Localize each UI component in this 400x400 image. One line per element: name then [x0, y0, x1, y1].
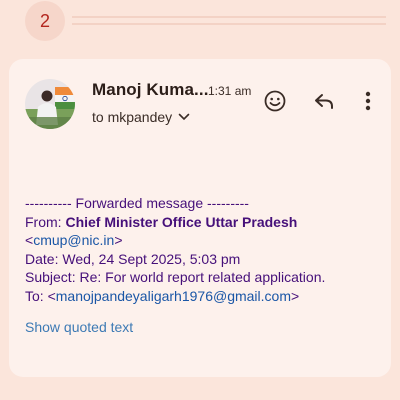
collapsed-count-badge[interactable]: 2	[25, 1, 65, 41]
from-email-close: >	[114, 232, 123, 248]
message-body: ---------- Forwarded message --------- F…	[25, 194, 385, 305]
from-email-open: <	[25, 232, 34, 248]
from-email-line: <cmup@nic.in>	[25, 231, 385, 250]
message-card: Manoj Kuma... 1:31 am to mkpandey ------…	[9, 59, 391, 377]
more-options-button[interactable]	[359, 89, 377, 113]
collapsed-divider	[72, 23, 386, 25]
date-line: Date: Wed, 24 Sept 2025, 5:03 pm	[25, 250, 241, 267]
recipient-details-toggle[interactable]: to mkpandey	[92, 109, 190, 125]
chevron-down-icon	[178, 113, 190, 121]
reply-button[interactable]	[312, 89, 336, 113]
sender-avatar[interactable]	[25, 79, 75, 129]
emoji-reaction-icon	[264, 90, 286, 112]
reply-icon	[315, 94, 333, 109]
recipient-label: to mkpandey	[92, 109, 173, 125]
forwarded-header: ---------- Forwarded message ---------	[25, 195, 249, 211]
collapsed-divider	[72, 16, 386, 18]
to-line: To: <manojpandeyaligarh1976@gmail.com>	[25, 287, 385, 306]
sender-name[interactable]: Manoj Kuma...	[92, 80, 209, 100]
from-line: From: Chief Minister Office Uttar Prades…	[25, 213, 385, 232]
to-close: >	[291, 287, 300, 304]
more-vert-icon	[365, 91, 371, 111]
collapsed-count: 2	[39, 10, 50, 31]
to-label: To: <	[25, 287, 56, 304]
from-label: From:	[25, 213, 62, 230]
send-time: 1:31 am	[208, 84, 252, 98]
to-email-link[interactable]: manojpandeyaligarh1976@gmail.com	[56, 288, 291, 304]
subject-line: Subject: Re: For world report related ap…	[25, 269, 326, 285]
show-quoted-text-link[interactable]: Show quoted text	[25, 319, 133, 335]
from-email-link[interactable]: cmup@nic.in	[33, 232, 114, 248]
add-reaction-button[interactable]	[262, 88, 288, 114]
from-name: Chief Minister Office Uttar Pradesh	[65, 213, 298, 230]
avatar-photo	[25, 79, 75, 129]
collapsed-messages-row[interactable]: 2	[0, 0, 400, 44]
